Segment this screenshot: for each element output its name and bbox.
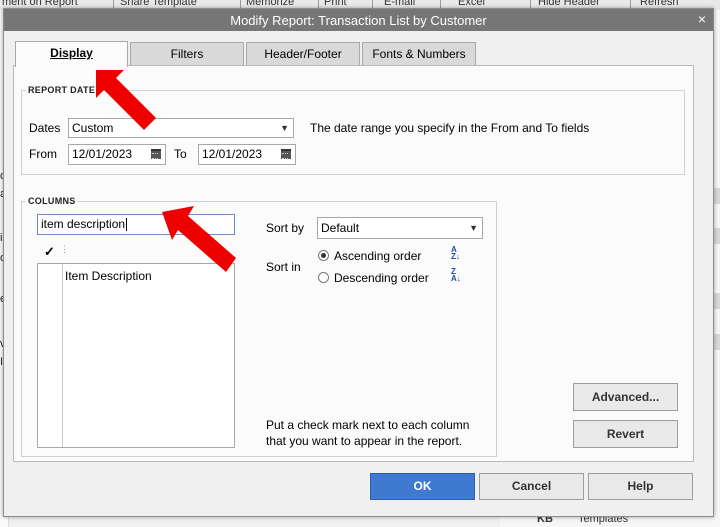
tab-fonts-numbers[interactable]: Fonts & Numbers: [362, 42, 476, 66]
sort-by-value: Default: [321, 221, 360, 235]
sort-descending-icon: Z A↓: [451, 267, 461, 283]
sort-by-label: Sort by: [266, 221, 305, 235]
chevron-down-icon: ▼: [280, 123, 289, 133]
check-header-icon: ✓: [44, 244, 55, 259]
to-date-value: 12/01/2023: [202, 147, 263, 161]
tab-header-footer[interactable]: Header/Footer: [246, 42, 360, 66]
dates-label: Dates: [29, 121, 61, 135]
help-button[interactable]: Help: [588, 473, 693, 500]
bg-toolbar-item: Excel: [458, 0, 485, 8]
help-button-label: Help: [627, 479, 654, 493]
bg-toolbar-item: Share Template: [120, 0, 197, 8]
to-label: To: [174, 147, 187, 161]
column-list[interactable]: Item Description: [37, 263, 235, 448]
dates-hint: The date range you specify in the From a…: [310, 121, 590, 135]
from-label: From: [29, 147, 57, 161]
descending-radio[interactable]: [318, 272, 329, 283]
columns-note-line1: Put a check mark next to each column: [266, 418, 470, 432]
bg-toolbar-item: Print: [324, 0, 347, 8]
dialog-title: Modify Report: Transaction List by Custo…: [230, 13, 487, 28]
annotation-arrow-icon: [162, 206, 236, 272]
annotation-arrow-icon: [96, 70, 156, 130]
bg-toolbar-item: Hide Header: [538, 0, 600, 8]
calendar-icon[interactable]: [281, 149, 291, 159]
from-date-field[interactable]: 12/01/2023: [68, 144, 166, 165]
calendar-icon[interactable]: [151, 149, 161, 159]
column-item-label: Item Description: [65, 269, 152, 283]
ascending-radio[interactable]: [318, 250, 329, 261]
tab-filters-label: Filters: [170, 47, 204, 61]
tab-fonts-numbers-label: Fonts & Numbers: [372, 47, 466, 61]
bg-toolbar-item: ment on Report: [2, 0, 78, 8]
columns-title: COLUMNS: [26, 196, 78, 206]
sort-in-label: Sort in: [266, 260, 301, 274]
to-date-field[interactable]: 12/01/2023: [198, 144, 296, 165]
column-divider-dots: ⋮: [60, 244, 69, 254]
cancel-button[interactable]: Cancel: [479, 473, 584, 500]
tab-display-label: Display: [50, 46, 93, 60]
column-checkbox[interactable]: [42, 267, 58, 283]
check-column-divider: [62, 264, 63, 447]
advanced-button-label: Advanced...: [591, 390, 660, 404]
ok-button-label: OK: [413, 479, 432, 493]
ascending-label: Ascending order: [334, 249, 422, 263]
descending-label: Descending order: [334, 271, 429, 285]
text-caret: [126, 218, 128, 232]
ok-button[interactable]: OK: [370, 473, 475, 500]
dialog-titlebar: Modify Report: Transaction List by Custo…: [4, 9, 713, 31]
revert-button-label: Revert: [606, 427, 645, 441]
chevron-down-icon: ▼: [469, 223, 478, 233]
columns-note-line2: that you want to appear in the report.: [266, 434, 463, 448]
tab-header-footer-label: Header/Footer: [264, 47, 342, 61]
bg-toolbar-item: Refresh: [640, 0, 679, 8]
sort-ascending-icon: A Z↓: [451, 245, 460, 261]
close-icon[interactable]: ×: [694, 11, 710, 27]
from-date-value: 12/01/2023: [72, 147, 133, 161]
column-search-value: item description: [41, 217, 126, 231]
revert-button[interactable]: Revert: [573, 420, 678, 448]
bg-toolbar-item: Memorize: [246, 0, 295, 8]
cancel-button-label: Cancel: [511, 479, 552, 493]
bg-toolbar-item: E-mail: [384, 0, 416, 8]
advanced-button[interactable]: Advanced...: [573, 383, 678, 411]
sort-by-select[interactable]: Default ▼: [317, 217, 483, 239]
